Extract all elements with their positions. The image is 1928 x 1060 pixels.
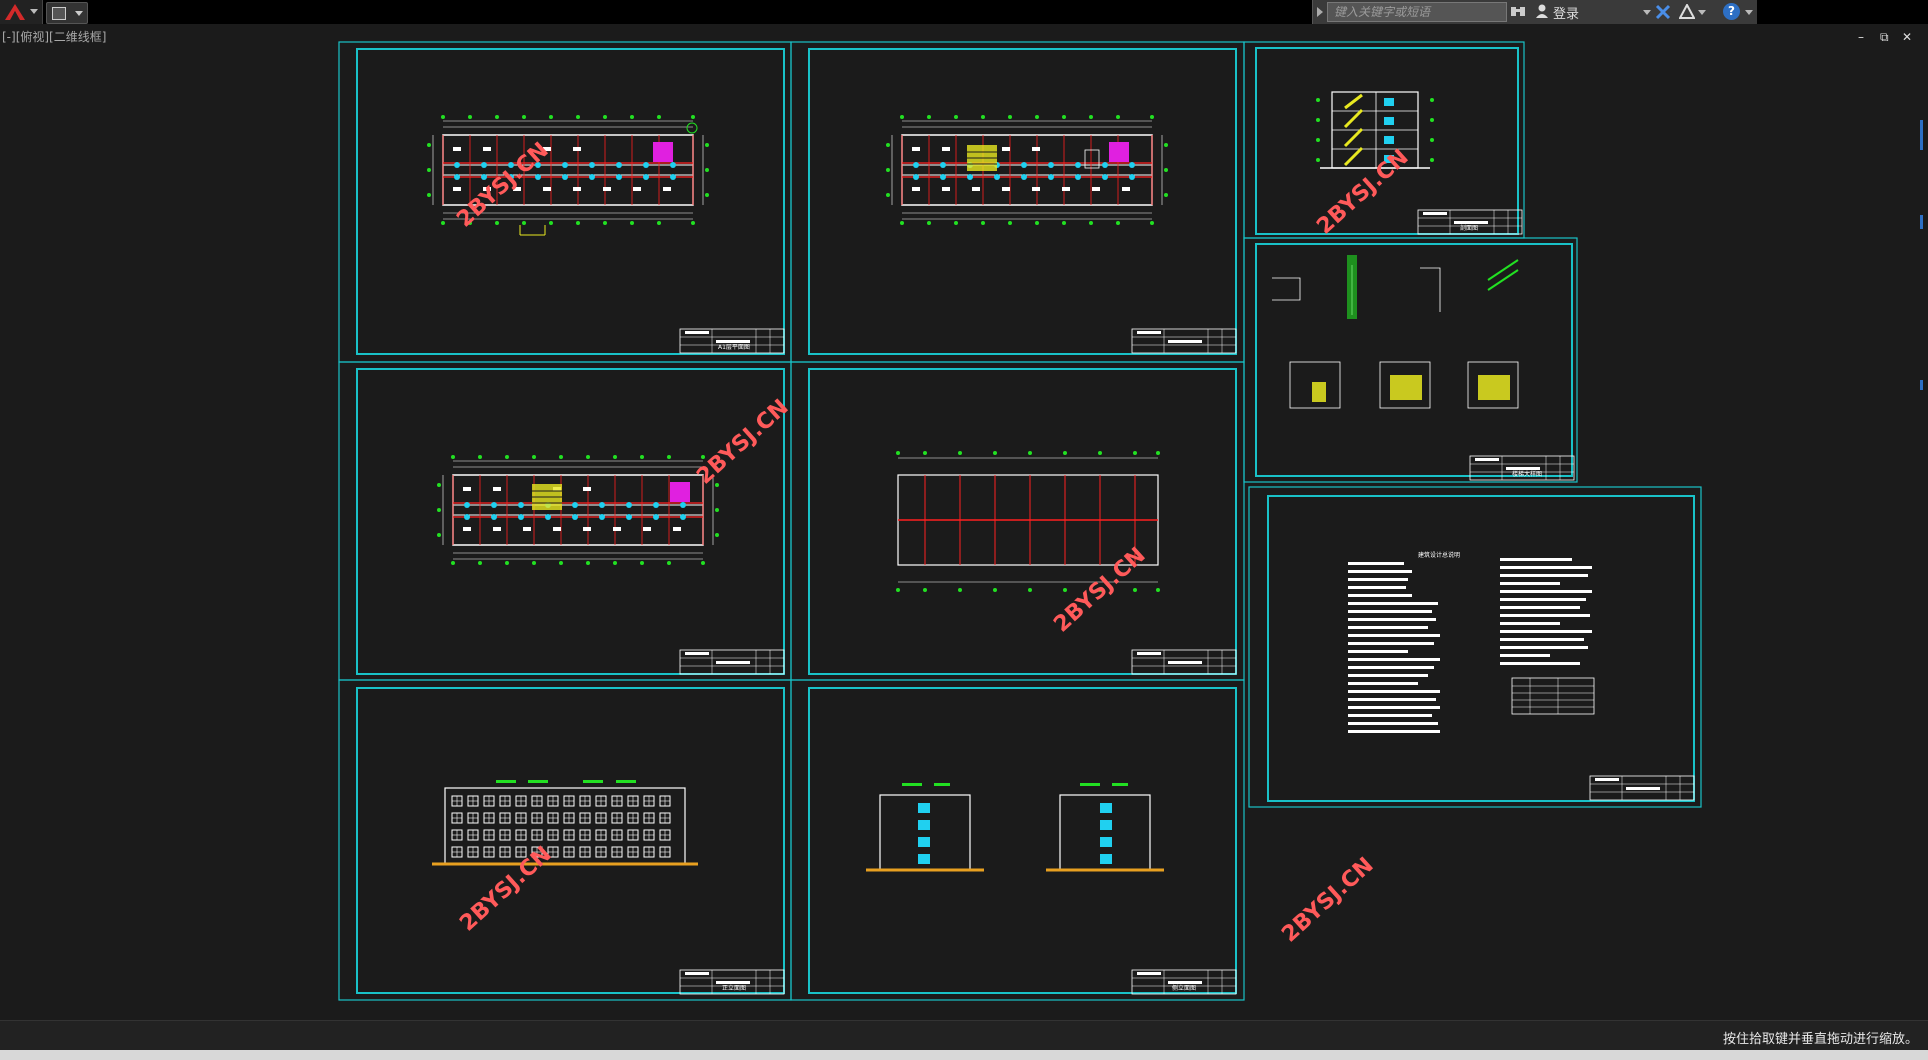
bottom-strip bbox=[0, 1050, 1928, 1060]
sheet-stair-detail[interactable]: 楼梯大样图 bbox=[1243, 237, 1578, 483]
sheet-floor-plan-2[interactable] bbox=[790, 41, 1245, 363]
sheet-title: 建筑设计总说明 bbox=[1418, 551, 1460, 559]
watermark-text: 2BYSJ.CN bbox=[692, 395, 793, 490]
sheet-roof-plan[interactable] bbox=[790, 361, 1245, 681]
sheet-side-elevations[interactable]: 侧立面图 bbox=[790, 679, 1245, 1001]
sheet-title: A1层平面图 bbox=[718, 344, 750, 351]
sheet-floor-plan-1[interactable]: A1层平面图 bbox=[338, 41, 792, 363]
sheet-title: 楼梯大样图 bbox=[1512, 470, 1542, 478]
watermark-text: 2BYSJ.CN bbox=[455, 842, 556, 937]
sheet-floor-plan-3[interactable] bbox=[338, 361, 792, 681]
status-bar: 按住拾取键并垂直拖动进行缩放。 bbox=[0, 1020, 1928, 1051]
sheet-title: 侧立面图 bbox=[1172, 984, 1196, 992]
watermark-text: 2BYSJ.CN bbox=[452, 138, 553, 233]
sheet-title: 正立面图 bbox=[722, 984, 746, 992]
watermarks: 2BYSJ.CN 2BYSJ.CN 2BYSJ.CN 2BYSJ.CN 2BYS… bbox=[452, 138, 1413, 948]
sheet-section[interactable]: 剖面图 bbox=[1243, 41, 1525, 239]
watermark-text: 2BYSJ.CN bbox=[1312, 145, 1413, 240]
drawing-canvas[interactable]: A1层平面图 剖面图 楼梯大样图 正立面图 侧立面图 建筑设计总说明 2BYSJ… bbox=[0, 0, 1928, 1020]
sheet-title: 剖面图 bbox=[1460, 224, 1478, 232]
sheet-front-elevation[interactable]: 正立面图 bbox=[338, 679, 792, 1001]
sheet-design-notes[interactable]: 建筑设计总说明 bbox=[1248, 486, 1702, 808]
watermark-text: 2BYSJ.CN bbox=[1277, 853, 1378, 948]
status-message: 按住拾取键并垂直拖动进行缩放。 bbox=[1722, 1032, 1918, 1047]
scroll-indicator[interactable] bbox=[1920, 120, 1926, 1020]
